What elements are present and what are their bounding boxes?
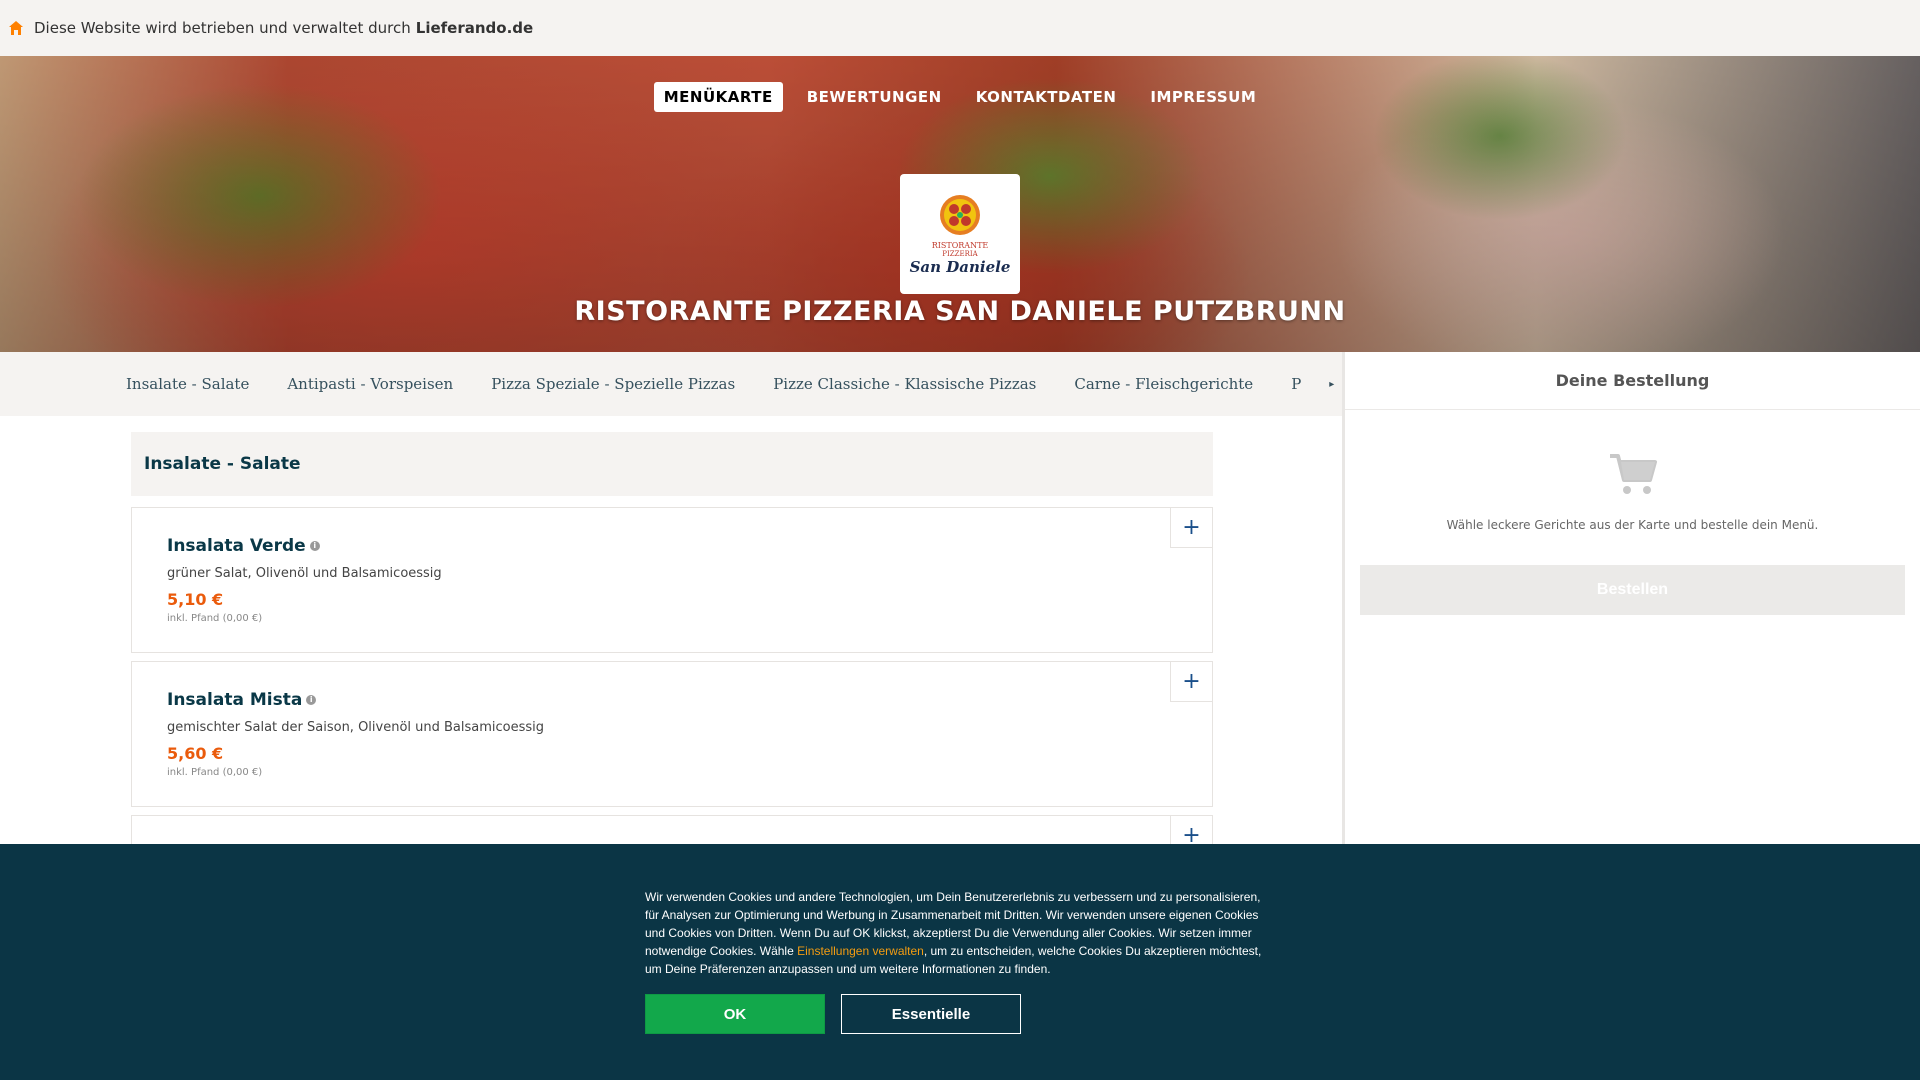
- dish-card[interactable]: + Insalata Mista i gemischter Salat der S…: [131, 661, 1213, 807]
- nav-bewertungen[interactable]: BEWERTUNGEN: [797, 82, 952, 112]
- category-carne[interactable]: Carne - Fleischgerichte: [1074, 375, 1253, 393]
- logo-line-1: RISTORANTE: [931, 240, 989, 250]
- order-button[interactable]: Bestellen: [1360, 565, 1905, 615]
- nav-impressum[interactable]: IMPRESSUM: [1140, 82, 1266, 112]
- operator-text: Diese Website wird betrieben und verwalt…: [34, 19, 411, 37]
- hero-banner: MENÜKARTE BEWERTUNGEN KONTAKTDATEN IMPRE…: [0, 56, 1920, 352]
- basket-title: Deine Bestellung: [1345, 352, 1920, 410]
- cookie-essential-button[interactable]: Essentielle: [841, 994, 1021, 1034]
- restaurant-title: RISTORANTE PIZZERIA SAN DANIELE PUTZBRUN…: [574, 296, 1346, 327]
- logo-line-3: San Daniele: [909, 257, 1011, 276]
- operator-brand[interactable]: Lieferando.de: [416, 19, 533, 37]
- dish-price: 5,60 €: [167, 744, 224, 763]
- chevron-right-icon[interactable]: ▸: [1329, 379, 1334, 390]
- main-nav: MENÜKARTE BEWERTUNGEN KONTAKTDATEN IMPRE…: [0, 82, 1920, 112]
- dish-name-wrap[interactable]: Insalata Verde i: [167, 536, 320, 556]
- category-bar: Insalate - Salate Antipasti - Vorspeisen…: [0, 352, 1342, 416]
- cookie-settings-link[interactable]: Einstellungen verwalten: [797, 944, 924, 958]
- dish-deposit: inkl. Pfand (0,00 €): [167, 613, 263, 624]
- dish-name[interactable]: Insalata Mista: [167, 690, 302, 710]
- nav-menukarte[interactable]: MENÜKARTE: [653, 82, 783, 112]
- category-pizze-classiche[interactable]: Pizze Classiche - Klassische Pizzas: [773, 375, 1036, 393]
- category-pizza-speziale[interactable]: Pizza Speziale - Spezielle Pizzas: [491, 375, 735, 393]
- restaurant-logo: RISTORANTE PIZZERIA San Daniele: [900, 174, 1020, 294]
- category-insalate[interactable]: Insalate - Salate: [126, 375, 249, 393]
- operator-bar: Diese Website wird betrieben und verwalt…: [0, 0, 1920, 56]
- add-to-cart-button[interactable]: +: [1170, 508, 1212, 548]
- pizza-icon: [940, 194, 980, 235]
- category-antipasti[interactable]: Antipasti - Vorspeisen: [287, 375, 453, 393]
- basket-hint: Wähle leckere Gerichte aus der Karte und…: [1446, 518, 1819, 532]
- dish-deposit: inkl. Pfand (0,00 €): [167, 767, 263, 778]
- cookie-banner: Wir verwenden Cookies und andere Technol…: [0, 844, 1920, 1080]
- dish-name-wrap[interactable]: Insalata Mista i: [167, 690, 317, 710]
- dish-description: gemischter Salat der Saison, Olivenöl un…: [167, 720, 545, 735]
- dish-card[interactable]: + Insalata Verde i grüner Salat, Olivenöl…: [131, 507, 1213, 653]
- basket-panel: Deine Bestellung Wähle leckere Gerichte …: [1345, 352, 1920, 852]
- cart-icon: [1608, 452, 1658, 500]
- info-icon[interactable]: i: [306, 695, 317, 705]
- dish-price: 5,10 €: [167, 590, 224, 609]
- add-to-cart-button[interactable]: +: [1170, 662, 1212, 702]
- cookie-ok-button[interactable]: OK: [645, 994, 825, 1034]
- cookie-text: Wir verwenden Cookies und andere Technol…: [645, 888, 1275, 978]
- house-icon: [8, 20, 24, 36]
- info-icon[interactable]: i: [309, 541, 320, 551]
- category-truncated[interactable]: P: [1291, 375, 1301, 393]
- nav-kontaktdaten[interactable]: KONTAKTDATEN: [966, 82, 1127, 112]
- dish-description: grüner Salat, Olivenöl und Balsamicoessi…: [167, 566, 442, 581]
- dish-name[interactable]: Insalata Verde: [167, 536, 306, 556]
- logo-line-2: PIZZERIA: [942, 249, 978, 258]
- section-title: Insalate - Salate: [131, 432, 1213, 496]
